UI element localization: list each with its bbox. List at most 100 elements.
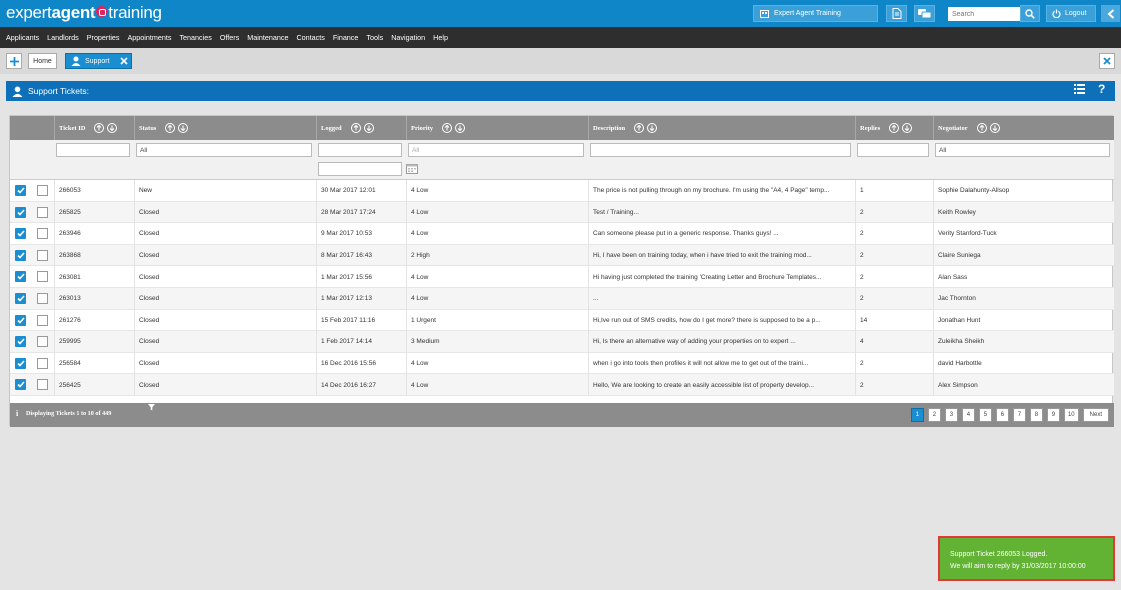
expertagent-logo[interactable]: expertagent training xyxy=(6,3,162,23)
table-row[interactable]: 261276 Closed 15 Feb 2017 11:16 1 Urgent… xyxy=(10,309,1114,332)
search-button[interactable] xyxy=(1020,5,1040,22)
row-secondary-checkbox[interactable] xyxy=(37,271,48,283)
nav-item-tenancies[interactable]: Tenancies xyxy=(175,33,215,42)
sort-desc-icon[interactable] xyxy=(107,123,118,133)
row-select-checkbox[interactable] xyxy=(15,314,26,326)
tab-support[interactable]: Support xyxy=(65,53,132,69)
list-view-button[interactable] xyxy=(1074,84,1085,96)
sort-desc-icon[interactable] xyxy=(647,123,658,133)
row-select-checkbox[interactable] xyxy=(15,357,26,369)
row-select-checkbox[interactable] xyxy=(15,206,26,218)
logout-button[interactable]: Logout xyxy=(1046,5,1096,22)
sort-desc-icon[interactable] xyxy=(455,123,466,133)
col-ticket-id[interactable]: Ticket ID xyxy=(54,116,134,140)
page-button[interactable]: 10 xyxy=(1063,408,1079,422)
row-select-checkbox[interactable] xyxy=(15,185,26,196)
close-tab-icon[interactable] xyxy=(119,57,128,65)
chat-button[interactable] xyxy=(914,5,935,22)
table-row[interactable]: 259995 Closed 1 Feb 2017 14:14 3 Medium … xyxy=(10,331,1114,353)
sort-desc-icon[interactable] xyxy=(363,123,374,133)
sort-desc-icon[interactable] xyxy=(989,123,1000,133)
sort-asc-icon[interactable] xyxy=(634,123,645,133)
page-button[interactable]: 7 xyxy=(1012,408,1026,422)
page-button[interactable]: 1 xyxy=(910,408,924,422)
page-button[interactable]: 9 xyxy=(1046,408,1060,422)
table-row[interactable]: 265825 Closed 28 Mar 2017 17:24 4 Low Te… xyxy=(10,201,1114,224)
calendar-icon[interactable] xyxy=(406,163,418,176)
sort-asc-icon[interactable] xyxy=(889,123,900,133)
sort-desc-icon[interactable] xyxy=(902,123,913,133)
search-input[interactable] xyxy=(948,7,1020,21)
nav-item-help[interactable]: Help xyxy=(429,33,452,42)
filter-priority-input[interactable] xyxy=(408,143,584,157)
account-button[interactable]: Expert Agent Training xyxy=(753,5,878,22)
filter-logged-to-input[interactable] xyxy=(318,162,402,176)
nav-item-maintenance[interactable]: Maintenance xyxy=(243,33,292,42)
table-row[interactable]: 263868 Closed 8 Mar 2017 16:43 2 High Hi… xyxy=(10,244,1114,267)
page-button[interactable]: 2 xyxy=(927,408,941,422)
row-select-checkbox[interactable] xyxy=(15,336,26,348)
col-status[interactable]: Status xyxy=(134,116,316,140)
row-select-checkbox[interactable] xyxy=(15,292,26,304)
filter-replies-input[interactable] xyxy=(857,143,929,157)
row-secondary-checkbox[interactable] xyxy=(37,249,48,261)
row-secondary-checkbox[interactable] xyxy=(37,379,48,391)
nav-item-contacts[interactable]: Contacts xyxy=(292,33,328,42)
table-row[interactable]: 266053 New 30 Mar 2017 12:01 4 Low The p… xyxy=(10,180,1114,202)
row-select-checkbox[interactable] xyxy=(15,271,26,283)
nav-item-tools[interactable]: Tools xyxy=(362,33,387,42)
nav-item-appointments[interactable]: Appointments xyxy=(124,33,176,42)
help-button[interactable]: ? xyxy=(1098,82,1105,96)
document-button[interactable] xyxy=(886,5,907,22)
filter-status-input[interactable] xyxy=(136,143,312,157)
new-tab-button[interactable] xyxy=(6,53,22,69)
page-button[interactable]: 4 xyxy=(961,408,975,422)
page-button[interactable]: 3 xyxy=(944,408,958,422)
nav-item-offers[interactable]: Offers xyxy=(216,33,243,42)
row-select-checkbox[interactable] xyxy=(15,249,26,261)
row-secondary-checkbox[interactable] xyxy=(37,357,48,369)
col-description[interactable]: Description xyxy=(588,116,855,140)
sort-asc-icon[interactable] xyxy=(442,123,453,133)
tab-home[interactable]: Home xyxy=(28,53,57,69)
close-all-button[interactable] xyxy=(1099,53,1115,69)
row-secondary-checkbox[interactable] xyxy=(37,314,48,326)
row-secondary-checkbox[interactable] xyxy=(37,228,48,240)
row-secondary-checkbox[interactable] xyxy=(37,185,48,196)
nav-item-applicants[interactable]: Applicants xyxy=(2,33,43,42)
sort-desc-icon[interactable] xyxy=(178,123,189,133)
page-button[interactable]: 8 xyxy=(1029,408,1043,422)
page-button[interactable]: 6 xyxy=(995,408,1009,422)
filter-logged-from-input[interactable] xyxy=(318,143,402,157)
next-page-button[interactable]: Next xyxy=(1082,408,1109,422)
row-secondary-checkbox[interactable] xyxy=(37,336,48,348)
filter-ticket-id-input[interactable] xyxy=(56,143,130,157)
table-row[interactable]: 256584 Closed 16 Dec 2016 15:56 4 Low wh… xyxy=(10,352,1114,375)
table-row[interactable]: 256425 Closed 14 Dec 2016 16:27 4 Low He… xyxy=(10,374,1114,396)
nav-item-properties[interactable]: Properties xyxy=(83,33,124,42)
row-secondary-checkbox[interactable] xyxy=(37,292,48,304)
sort-asc-icon[interactable] xyxy=(976,123,987,133)
sort-asc-icon[interactable] xyxy=(165,123,176,133)
col-logged[interactable]: Logged xyxy=(316,116,406,140)
nav-item-navigation[interactable]: Navigation xyxy=(387,33,429,42)
table-row[interactable]: 263013 Closed 1 Mar 2017 12:13 4 Low ...… xyxy=(10,287,1114,310)
filter-icon[interactable] xyxy=(148,404,155,413)
sort-asc-icon[interactable] xyxy=(350,123,361,133)
col-replies[interactable]: Replies xyxy=(855,116,933,140)
col-priority[interactable]: Priority xyxy=(406,116,588,140)
col-negotiator[interactable]: Negotiator xyxy=(933,116,1114,140)
collapse-button[interactable] xyxy=(1101,5,1120,22)
filter-negotiator-input[interactable] xyxy=(935,143,1110,157)
row-select-checkbox[interactable] xyxy=(15,379,26,391)
table-row[interactable]: 263081 Closed 1 Mar 2017 15:56 4 Low Hi … xyxy=(10,266,1114,288)
sort-asc-icon[interactable] xyxy=(94,123,105,133)
page-button[interactable]: 5 xyxy=(978,408,992,422)
ticket-logged-notification[interactable]: Support Ticket 266053 Logged. We will ai… xyxy=(938,536,1115,581)
table-row[interactable]: 263946 Closed 9 Mar 2017 10:53 4 Low Can… xyxy=(10,223,1114,245)
nav-item-landlords[interactable]: Landlords xyxy=(43,33,83,42)
row-secondary-checkbox[interactable] xyxy=(37,206,48,218)
nav-item-finance[interactable]: Finance xyxy=(329,33,363,42)
row-select-checkbox[interactable] xyxy=(15,228,26,240)
filter-description-input[interactable] xyxy=(590,143,851,157)
